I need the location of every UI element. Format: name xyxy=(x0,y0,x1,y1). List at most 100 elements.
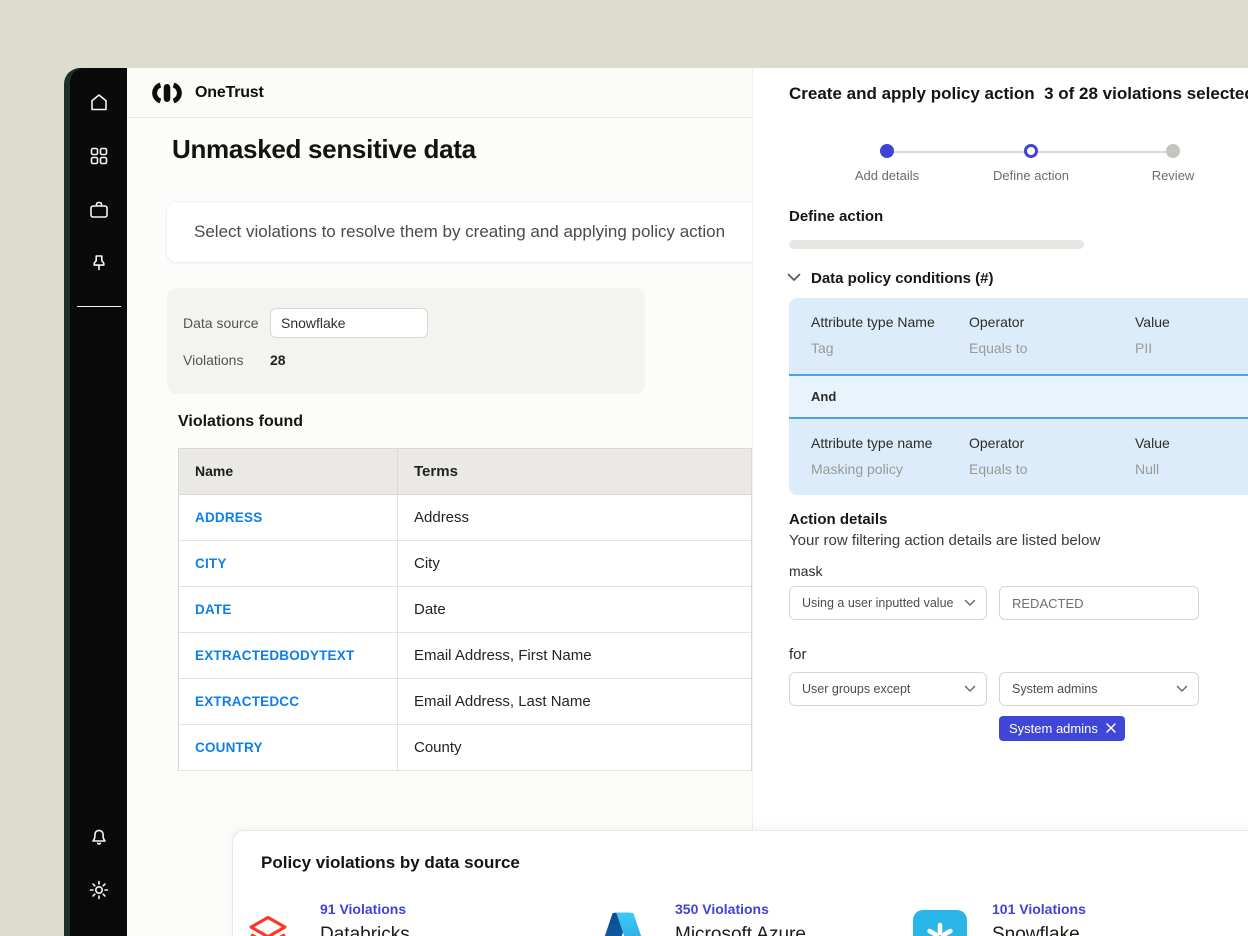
pushpin-icon xyxy=(87,252,111,276)
data-source-item-databricks[interactable]: 91 Violations Databricks Volume of Data:… xyxy=(240,901,468,936)
brand-name: OneTrust xyxy=(195,84,264,102)
for-label: for xyxy=(789,646,807,663)
condition-connector: And xyxy=(789,376,1248,417)
step-review[interactable]: Review xyxy=(1113,144,1233,183)
violation-name-link[interactable]: EXTRACTEDBODYTEXT xyxy=(195,648,354,663)
group-value-select[interactable]: System admins xyxy=(999,672,1199,706)
violations-label: Violations xyxy=(183,352,270,368)
wizard-stepper: Add details Define action Review xyxy=(753,144,1248,204)
sidebar-item-settings[interactable] xyxy=(79,870,119,910)
step-add-details[interactable]: Add details xyxy=(827,144,947,183)
conditions-toggle[interactable]: Data policy conditions (#) xyxy=(787,269,994,287)
chevron-down-icon xyxy=(964,682,976,696)
gear-icon xyxy=(87,878,111,902)
violation-name-link[interactable]: CITY xyxy=(195,556,227,571)
column-header-terms: Terms xyxy=(397,449,751,494)
snowflake-logo xyxy=(912,909,968,936)
azure-logo xyxy=(595,909,651,936)
step-label: Review xyxy=(1113,168,1233,183)
condition-row: Attribute type name Masking policy Opera… xyxy=(789,419,1248,495)
condition-attribute-label: Attribute type Name xyxy=(811,314,969,330)
group-value-text: System admins xyxy=(1012,682,1097,696)
mask-method-value: Using a user inputted value xyxy=(802,596,953,610)
group-mode-select[interactable]: User groups except xyxy=(789,672,987,706)
action-details-heading: Action details xyxy=(789,511,887,528)
condition-value-value: PII xyxy=(1135,340,1248,356)
violation-terms: Address xyxy=(397,495,751,540)
data-source-name: Snowflake xyxy=(992,924,1140,936)
violation-terms: City xyxy=(397,541,751,586)
violation-terms: County xyxy=(397,725,751,770)
violations-count: 28 xyxy=(270,352,286,368)
violation-terms: Email Address, First Name xyxy=(397,633,751,678)
sidebar-item-workspace[interactable] xyxy=(79,190,119,230)
violation-name-link[interactable]: EXTRACTEDCC xyxy=(195,694,299,709)
briefcase-icon xyxy=(87,198,111,222)
mask-value-input[interactable] xyxy=(999,586,1199,620)
policy-action-panel: Create and apply policy action 3 of 28 v… xyxy=(752,68,1248,936)
condition-operator-value: Equals to xyxy=(969,340,1135,356)
violation-terms: Email Address, Last Name xyxy=(397,679,751,724)
table-row[interactable]: CITY City xyxy=(179,541,751,587)
table-row[interactable]: EXTRACTEDCC Email Address, Last Name xyxy=(179,679,751,725)
violations-found-heading: Violations found xyxy=(178,413,303,431)
chip-label: System admins xyxy=(1009,721,1098,736)
condition-attribute-value: Masking policy xyxy=(811,461,969,477)
data-source-item-snowflake[interactable]: 101 Violations Snowflake Volume of Data:… xyxy=(912,901,1140,936)
condition-operator-label: Operator xyxy=(969,314,1135,330)
selection-status: 3 of 28 violations selected xyxy=(1044,84,1248,103)
violations-count-link[interactable]: 91 Violations xyxy=(320,901,468,917)
home-icon xyxy=(87,90,111,114)
table-row[interactable]: DATE Date xyxy=(179,587,751,633)
table-row[interactable]: EXTRACTEDBODYTEXT Email Address, First N… xyxy=(179,633,751,679)
step-dot-upcoming xyxy=(1166,144,1180,158)
table-row[interactable]: COUNTRY County xyxy=(179,725,751,771)
define-action-heading: Define action xyxy=(789,208,883,225)
condition-attribute-label: Attribute type name xyxy=(811,435,969,451)
violations-count-link[interactable]: 101 Violations xyxy=(992,901,1140,917)
instruction-banner: Select violations to resolve them by cre… xyxy=(167,202,787,262)
chip-remove-icon[interactable] xyxy=(1106,721,1116,736)
panel-title: Create and apply policy action 3 of 28 v… xyxy=(789,84,1248,104)
condition-row: Attribute type Name Tag Operator Equals … xyxy=(789,298,1248,374)
mask-method-select[interactable]: Using a user inputted value xyxy=(789,586,987,620)
condition-value-label: Value xyxy=(1135,435,1248,451)
progress-bar xyxy=(789,240,1084,249)
violation-name-link[interactable]: COUNTRY xyxy=(195,740,263,755)
chevron-down-icon xyxy=(964,596,976,610)
sidebar-item-pinned[interactable] xyxy=(79,244,119,284)
data-source-name: Databricks xyxy=(320,924,468,936)
selected-group-chip[interactable]: System admins xyxy=(999,716,1125,741)
instruction-banner-text: Select violations to resolve them by cre… xyxy=(194,222,725,242)
condition-operator-value: Equals to xyxy=(969,461,1135,477)
violation-terms: Date xyxy=(397,587,751,632)
onetrust-logo-icon xyxy=(149,82,185,104)
insights-heading: Policy violations by data source xyxy=(261,853,520,873)
condition-operator-label: Operator xyxy=(969,435,1135,451)
bell-icon xyxy=(87,824,111,848)
condition-attribute-value: Tag xyxy=(811,340,969,356)
conditions-toggle-label: Data policy conditions (#) xyxy=(811,270,994,287)
data-source-item-azure[interactable]: 350 Violations Microsoft Azure Volume of… xyxy=(595,901,823,936)
sidebar-item-home[interactable] xyxy=(79,82,119,122)
sidebar-item-apps[interactable] xyxy=(79,136,119,176)
step-define-action[interactable]: Define action xyxy=(971,144,1091,183)
violations-count-link[interactable]: 350 Violations xyxy=(675,901,823,917)
table-row[interactable]: ADDRESS Address xyxy=(179,495,751,541)
app-window: OneTrust Unmasked sensitive data Select … xyxy=(64,68,1248,936)
condition-value-label: Value xyxy=(1135,314,1248,330)
step-dot-current xyxy=(1024,144,1038,158)
group-mode-value: User groups except xyxy=(802,682,910,696)
data-source-label: Data source xyxy=(183,315,270,331)
sidebar xyxy=(70,68,127,936)
sidebar-divider xyxy=(77,306,121,307)
page-title: Unmasked sensitive data xyxy=(172,134,476,165)
violation-name-link[interactable]: DATE xyxy=(195,602,232,617)
data-source-input[interactable] xyxy=(270,308,428,338)
sidebar-item-notifications[interactable] xyxy=(79,816,119,856)
apps-grid-icon xyxy=(87,144,111,168)
conditions-card: Attribute type Name Tag Operator Equals … xyxy=(789,298,1248,495)
violation-name-link[interactable]: ADDRESS xyxy=(195,510,262,525)
databricks-logo xyxy=(240,909,296,936)
summary-panel: Data source Violations 28 xyxy=(167,288,645,394)
